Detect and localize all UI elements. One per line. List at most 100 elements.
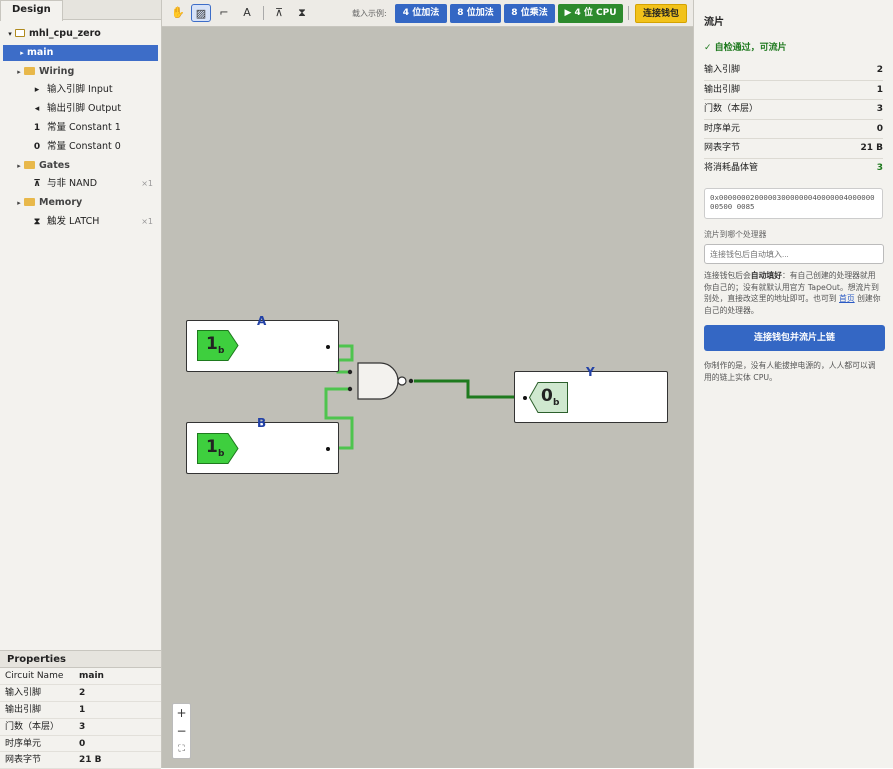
tree-const1-label: 常量 Constant 1	[47, 121, 121, 133]
tree-folder-memory[interactable]: ▸ Memory	[0, 195, 161, 211]
nand-count: ×1	[141, 179, 153, 189]
expand-arrow-icon[interactable]: ▸	[14, 64, 24, 80]
input-pin-icon: ▸	[34, 85, 40, 96]
tree-folder-gates[interactable]: ▸ Gates	[0, 158, 161, 174]
help-text-emphasis: 自动填好	[750, 271, 782, 280]
output-y-label: Y	[586, 365, 595, 379]
tapeout-panel: 流片 ✓ 自检通过，可流片 输入引脚 2 输出引脚 1 门数（本层） 3 时序单元 0 …	[693, 0, 893, 768]
wire-a	[336, 344, 354, 374]
property-row: 网表字节 21 B	[0, 752, 161, 769]
zoom-out-icon[interactable]: −	[173, 722, 190, 740]
stat-row: 时序单元 0	[704, 120, 883, 139]
property-value: 2	[79, 687, 86, 698]
stat-key: 网表字节	[704, 143, 741, 153]
pin-dot	[326, 345, 330, 349]
input-b-sub: b	[218, 449, 225, 459]
output-y-value: 0	[541, 386, 553, 406]
expand-arrow-icon[interactable]: ▸	[14, 195, 24, 211]
tree-project-label: mhl_cpu_zero	[29, 28, 101, 39]
property-value[interactable]: main	[79, 668, 104, 684]
input-a-value: 1	[206, 334, 218, 354]
property-row: Circuit Name main	[0, 668, 161, 685]
tree-folder-wiring[interactable]: ▸ Wiring	[0, 64, 161, 80]
tree-item-constant-1[interactable]: 1 常量 Constant 1	[0, 120, 161, 136]
property-key: Circuit Name	[5, 671, 64, 681]
stat-row: 门数（本层） 3	[704, 100, 883, 120]
zoom-in-icon[interactable]: +	[173, 704, 190, 722]
tree-nand-label: 与非 NAND	[47, 178, 98, 190]
input-a-sub: b	[218, 346, 225, 356]
property-value: 1	[79, 704, 86, 715]
tab-design[interactable]: Design	[0, 0, 63, 21]
tree-const0-label: 常量 Constant 0	[47, 140, 121, 152]
output-pin-icon: ◂	[34, 104, 40, 115]
gate-pin	[347, 369, 353, 375]
property-key: 门数（本层）	[5, 721, 60, 732]
input-b-value-tag[interactable]: 1 b	[197, 433, 239, 464]
processor-help-text: 连接钱包后会自动填好：有自己创建的处理器就用你自己的；没有就默认用官方 Tape…	[704, 270, 883, 316]
processor-address-input[interactable]	[704, 244, 884, 264]
output-y-value-tag: 0 b	[529, 382, 568, 413]
input-a-value-tag[interactable]: 1 b	[197, 330, 239, 361]
tree-input-label: 输入引脚 Input	[47, 84, 113, 96]
tree-project[interactable]: ▾ mhl_cpu_zero	[0, 26, 161, 42]
stat-row: 将消耗晶体管 3	[704, 159, 883, 179]
tree-item-main[interactable]: ▸ main	[3, 44, 158, 61]
property-row: 输出引脚 1	[0, 702, 161, 719]
folder-icon	[24, 66, 35, 75]
input-b-value: 1	[206, 437, 218, 457]
folder-icon	[24, 160, 35, 169]
pin-dot	[326, 447, 330, 451]
fit-view-icon[interactable]: ⛶	[173, 740, 190, 758]
expand-arrow-icon[interactable]: ▸	[14, 158, 24, 174]
tree-item-nand[interactable]: ⊼ 与非 NAND ×1	[0, 176, 161, 192]
input-b-label: B	[257, 416, 267, 430]
tree-item-output[interactable]: ◂ 输出引脚 Output	[0, 101, 161, 117]
stat-key: 时序单元	[704, 123, 741, 134]
property-value: 0	[79, 738, 86, 749]
left-tabs: Design	[0, 0, 161, 21]
component-tree: ▾ mhl_cpu_zero ▸ main ▸ Wiring ▸ 输入引脚 Input…	[0, 20, 161, 230]
stat-value: 3	[876, 162, 883, 173]
stat-row: 网表字节 21 B	[704, 139, 883, 159]
processor-label: 流片到哪个处理器	[704, 230, 767, 239]
caret-icon: ▸	[20, 48, 24, 57]
connect-and-tapeout-button[interactable]: 连接钱包并流片上链	[704, 325, 885, 351]
project-icon	[15, 29, 25, 37]
input-a-label: A	[257, 314, 267, 328]
tree-output-label: 输出引脚 Output	[47, 103, 122, 115]
property-key: 时序单元	[5, 738, 42, 749]
tree-gates-label: Gates	[39, 159, 70, 171]
stat-value: 21 B	[860, 143, 883, 153]
gate-pin	[347, 386, 353, 392]
stat-value: 0	[876, 123, 883, 134]
wire-y	[414, 379, 515, 399]
stat-row: 输入引脚 2	[704, 61, 883, 81]
nand-bubble	[397, 376, 407, 386]
circuit-canvas[interactable]: ✋ ▨ ⌐ A ⊼ ⧗ 载入示例: 4 位加法 8 位加法 8 位乘法 ▶ 4 …	[162, 0, 693, 768]
zoom-controls: + − ⛶	[172, 703, 191, 759]
property-value: 3	[79, 721, 86, 732]
tree-item-input[interactable]: ▸ 输入引脚 Input	[0, 82, 161, 98]
panel-title: 流片	[704, 17, 724, 28]
help-text-part: 连接钱包后会	[704, 271, 751, 280]
expand-arrow-icon[interactable]: ▾	[5, 26, 15, 42]
property-row: 输入引脚 2	[0, 685, 161, 702]
stat-value: 2	[876, 65, 883, 75]
tree-latch-label: 触发 LATCH	[47, 215, 100, 227]
latch-icon: ⧗	[33, 216, 41, 227]
folder-icon	[24, 198, 35, 207]
stat-value: 1	[876, 84, 883, 95]
stat-key: 输出引脚	[704, 84, 741, 95]
stats-list: 输入引脚 2 输出引脚 1 门数（本层） 3 时序单元 0 网表字节 21 B 将消耗晶体…	[704, 61, 883, 178]
home-link[interactable]: 首页	[839, 294, 855, 303]
properties-panel: Properties Circuit Name main 输入引脚 2 输出引脚 1 …	[0, 650, 161, 769]
tree-item-latch[interactable]: ⧗ 触发 LATCH ×1	[0, 214, 161, 230]
stat-key: 将消耗晶体管	[704, 162, 759, 173]
netlist-hex[interactable]: 0x00000002000003000000040000004000000005…	[704, 188, 883, 219]
property-key: 输入引脚	[5, 687, 42, 698]
check-status: ✓ 自检通过，可流片	[704, 43, 787, 53]
tree-main-label: main	[27, 46, 54, 58]
tree-memory-label: Memory	[39, 197, 83, 209]
tree-item-constant-0[interactable]: 0 常量 Constant 0	[0, 139, 161, 155]
